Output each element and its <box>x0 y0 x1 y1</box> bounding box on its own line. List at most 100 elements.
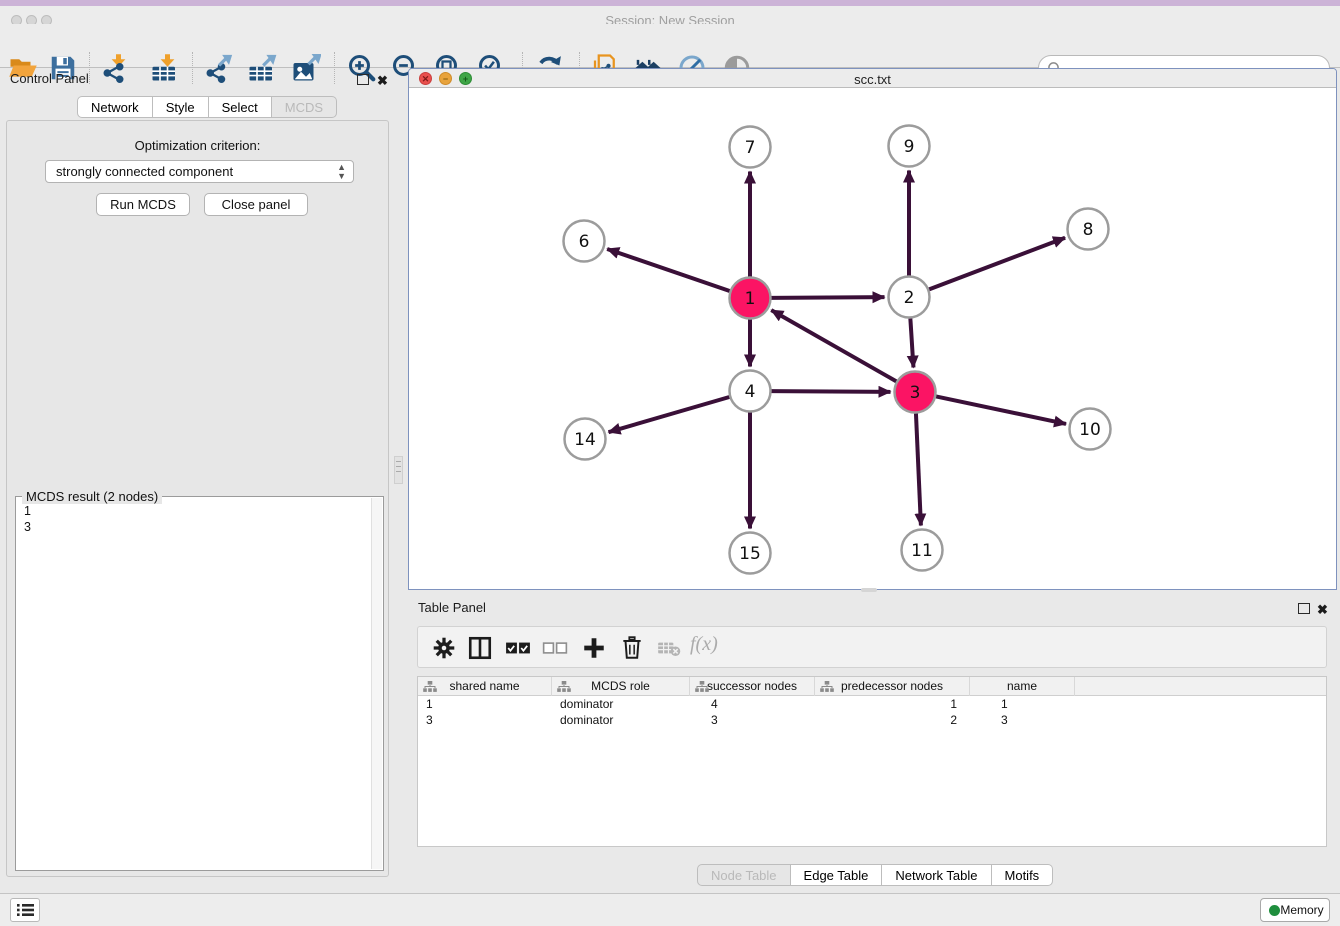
network-window-titlebar[interactable]: ✕ − + scc.txt <box>409 69 1336 88</box>
network-resize-grabber[interactable] <box>861 588 877 592</box>
control-panel-close-icon[interactable]: ✖ <box>377 74 388 87</box>
toolbar-separator <box>89 52 90 84</box>
app-titlebar: Session: New Session <box>0 6 1340 24</box>
column-header-label: shared name <box>449 679 519 693</box>
column-header-MCDS-role[interactable]: MCDS role <box>552 677 690 696</box>
optimization-criterion-select[interactable]: strongly connected component ▲▼ <box>45 160 354 183</box>
unselect-all-columns-icon[interactable] <box>542 635 568 661</box>
hierarchy-icon <box>557 680 571 693</box>
function-builder-icon[interactable]: f(x) <box>690 633 718 656</box>
control-panel-float-icon[interactable] <box>357 74 369 85</box>
memory-label: Memory <box>1280 903 1323 917</box>
memory-button[interactable]: Memory <box>1260 898 1330 922</box>
node-label-3: 3 <box>910 383 921 403</box>
main-toolbar <box>0 24 1340 68</box>
table-panel-title: Table Panel <box>418 600 486 615</box>
edge-3-1[interactable] <box>771 310 896 381</box>
hierarchy-icon <box>423 680 437 693</box>
export-network-icon[interactable] <box>204 53 234 83</box>
node-label-11: 11 <box>911 541 933 561</box>
column-header-name[interactable]: name <box>970 677 1075 696</box>
table-cell: 3 <box>418 712 552 728</box>
node-table-body: 1dominator4113dominator323 <box>418 696 1326 728</box>
table-panel-float-icon[interactable] <box>1298 603 1310 614</box>
node-label-15: 15 <box>739 544 761 564</box>
node-table-header: shared name MCDS role successor nodes prede… <box>418 677 1326 696</box>
table-cell: 1 <box>815 696 970 712</box>
column-header-successor-nodes[interactable]: successor nodes <box>690 677 815 696</box>
list-icon <box>11 899 39 921</box>
table-toolbar: f(x) <box>417 626 1327 668</box>
mcds-result-value: 1 <box>24 503 31 519</box>
edge-3-11[interactable] <box>916 413 921 525</box>
table-panel-close-icon[interactable]: ✖ <box>1317 603 1328 616</box>
edge-1-6[interactable] <box>607 249 729 291</box>
table-panel-tabs: Node TableEdge TableNetwork TableMotifs <box>697 864 1053 887</box>
mcds-result-values: 13 <box>24 503 31 535</box>
column-header-predecessor-nodes[interactable]: predecessor nodes <box>815 677 970 696</box>
table-row[interactable]: 1dominator411 <box>418 696 1326 712</box>
node-label-7: 7 <box>745 138 756 158</box>
tab-edge-table[interactable]: Edge Table <box>791 864 883 886</box>
tab-node-table[interactable]: Node Table <box>697 864 791 886</box>
node-label-2: 2 <box>904 288 915 308</box>
tab-mcds[interactable]: MCDS <box>272 96 337 118</box>
table-settings-gear-icon[interactable] <box>431 635 457 661</box>
select-stepper-icon: ▲▼ <box>337 163 346 181</box>
column-layout-icon[interactable] <box>467 635 493 661</box>
column-header-label: MCDS role <box>591 679 650 693</box>
optimization-criterion-value: strongly connected component <box>56 164 233 179</box>
mcds-result-title: MCDS result (2 nodes) <box>22 489 162 504</box>
tab-select[interactable]: Select <box>209 96 272 118</box>
tab-network-table[interactable]: Network Table <box>882 864 991 886</box>
mcds-result-value: 3 <box>24 519 31 535</box>
close-panel-button[interactable]: Close panel <box>204 193 308 216</box>
column-header-shared-name[interactable]: shared name <box>418 677 552 696</box>
table-cell: 3 <box>690 712 815 728</box>
run-mcds-button[interactable]: Run MCDS <box>96 193 190 216</box>
control-panel-title: Control Panel <box>10 71 89 86</box>
edge-4-14[interactable] <box>609 397 730 432</box>
column-header-label: predecessor nodes <box>841 679 943 693</box>
edge-4-3[interactable] <box>771 391 890 392</box>
delete-column-icon[interactable] <box>619 635 645 661</box>
panel-splitter-handle[interactable] <box>394 456 403 484</box>
node-label-9: 9 <box>904 137 915 157</box>
mcds-panel: Optimization criterion: strongly connect… <box>6 120 389 877</box>
import-table-icon[interactable] <box>150 53 180 83</box>
network-canvas[interactable]: 7968124314101511 <box>409 88 1335 589</box>
task-history-button[interactable] <box>10 898 40 922</box>
node-table[interactable]: shared name MCDS role successor nodes prede… <box>417 676 1327 847</box>
hierarchy-icon <box>820 680 834 693</box>
tab-style[interactable]: Style <box>153 96 209 118</box>
optimization-criterion-label: Optimization criterion: <box>7 138 388 153</box>
tab-motifs[interactable]: Motifs <box>992 864 1054 886</box>
network-window-title: scc.txt <box>409 72 1336 87</box>
status-bar: Memory <box>0 893 1340 926</box>
delete-table-icon[interactable] <box>656 635 682 661</box>
hierarchy-icon <box>695 680 709 693</box>
network-canvas-svg: 7968124314101511 <box>409 88 1335 589</box>
edge-2-8[interactable] <box>929 238 1065 290</box>
node-label-1: 1 <box>745 289 756 309</box>
node-label-10: 10 <box>1079 420 1101 440</box>
add-column-icon[interactable] <box>581 635 607 661</box>
table-cell: dominator <box>552 696 690 712</box>
table-row[interactable]: 3dominator323 <box>418 712 1326 728</box>
table-cell: 3 <box>970 712 1075 728</box>
node-label-6: 6 <box>579 232 590 252</box>
mcds-result-group: MCDS result (2 nodes) 13 <box>15 496 384 871</box>
table-cell: 1 <box>970 696 1075 712</box>
node-label-14: 14 <box>574 430 596 450</box>
import-network-icon[interactable] <box>101 53 131 83</box>
tab-network[interactable]: Network <box>77 96 153 118</box>
edge-3-10[interactable] <box>936 396 1066 423</box>
export-image-icon[interactable] <box>291 53 321 83</box>
network-view-window: ✕ − + scc.txt 7968124314101511 <box>408 68 1337 590</box>
mcds-result-scrollbar[interactable] <box>371 498 382 869</box>
table-cell: 1 <box>418 696 552 712</box>
select-all-columns-icon[interactable] <box>505 635 531 661</box>
edge-1-2[interactable] <box>771 297 884 298</box>
edge-2-3[interactable] <box>910 318 913 367</box>
export-table-icon[interactable] <box>247 53 277 83</box>
